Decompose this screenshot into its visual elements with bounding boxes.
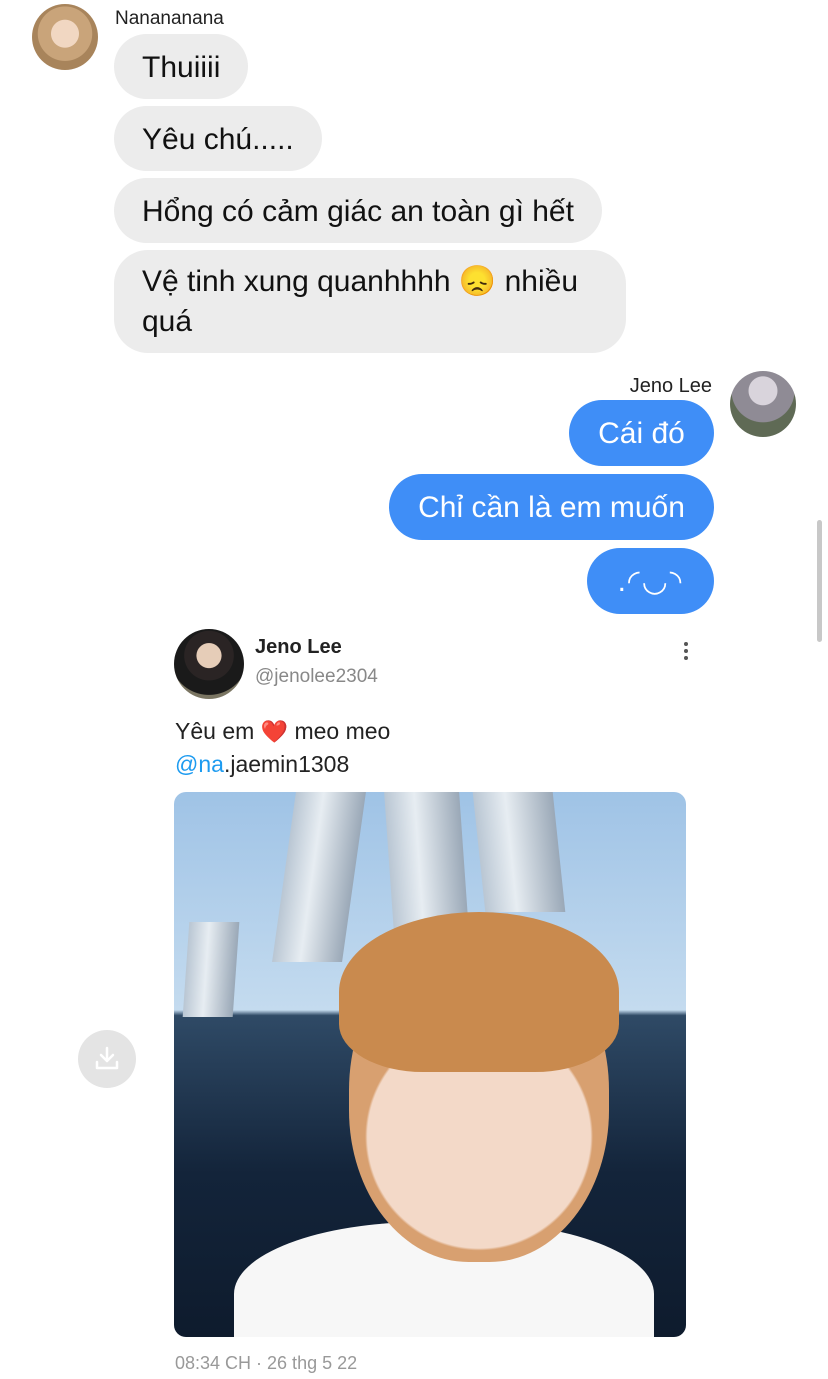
more-vertical-icon[interactable] [676, 642, 696, 664]
tweet-mention-link[interactable]: @na [175, 751, 224, 777]
message-bubble-incoming[interactable]: Thuiiii [114, 34, 249, 99]
message-bubble-incoming[interactable]: Hổng có cảm giác an toàn gì hết [114, 178, 602, 243]
download-button[interactable] [78, 1030, 136, 1088]
tweet-author-avatar[interactable] [174, 629, 244, 699]
message-bubble-outgoing[interactable]: Chỉ cần là em muốn [389, 474, 714, 540]
message-bubble-incoming[interactable]: Yêu chú..... [114, 106, 322, 171]
message-bubble-outgoing[interactable]: .◜◡◝ [587, 548, 714, 614]
sender-name-outgoing: Jeno Lee [629, 375, 712, 397]
sender-name-incoming: Nanananana [115, 8, 224, 29]
sender-avatar-nanananana[interactable] [32, 4, 98, 70]
tweet-text-suffix: meo meo [294, 718, 391, 744]
tweet-text: Yêu em ❤️ meo meo @na.jaemin1308 [175, 715, 390, 780]
sender-avatar-jeno-lee[interactable] [730, 371, 796, 437]
tweet-timestamp: 08:34 CH · 26 thg 5 22 [175, 1353, 358, 1373]
message-bubble-incoming[interactable]: Vệ tinh xung quanhhhh 😞 nhiều quá [114, 250, 626, 353]
tweet-text-prefix: Yêu em [175, 718, 255, 744]
message-bubble-outgoing[interactable]: Cái đó [569, 400, 714, 466]
tweet-author-handle[interactable]: @jenolee2304 [255, 666, 378, 688]
heart-icon: ❤️ [260, 719, 289, 744]
tweet-photo[interactable] [174, 792, 686, 1337]
tweet-author-name[interactable]: Jeno Lee [255, 636, 342, 659]
scrollbar[interactable] [817, 520, 822, 642]
tweet-mention-rest: .jaemin1308 [223, 751, 350, 777]
download-icon [95, 1046, 119, 1070]
